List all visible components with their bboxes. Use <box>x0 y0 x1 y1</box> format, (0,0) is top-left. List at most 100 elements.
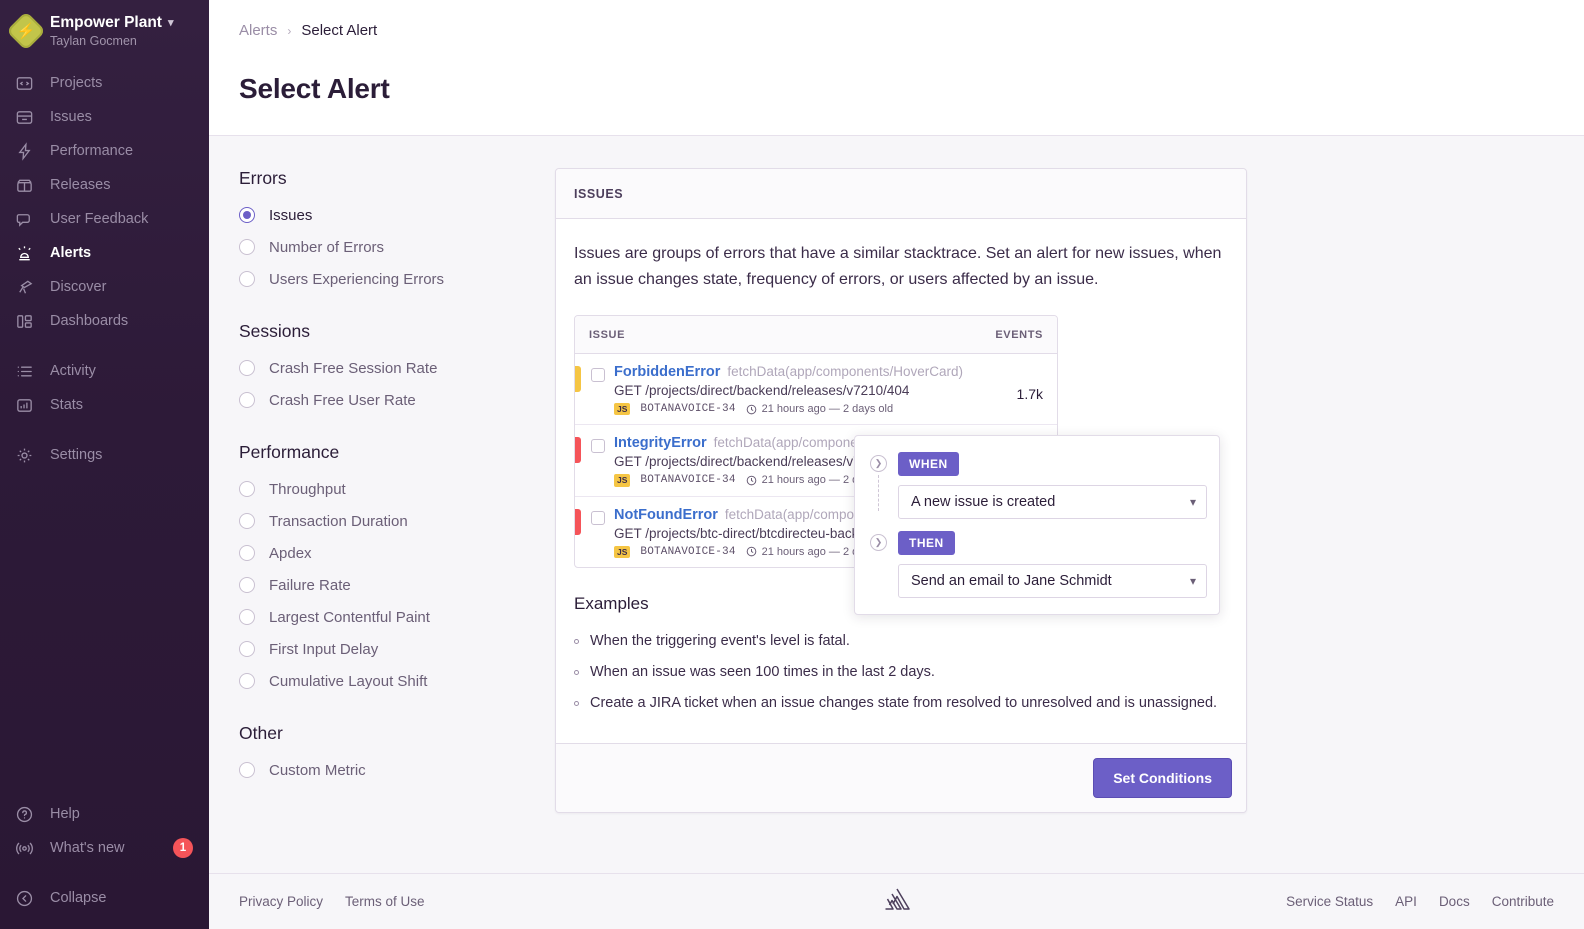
then-block: ❯ THEN Send an email to Jane Schmidt ▾ <box>869 531 1207 598</box>
breadcrumb-alerts[interactable]: Alerts <box>239 22 277 39</box>
sidebar-org-text: Empower Plant ▾ Taylan Gocmen <box>50 14 174 48</box>
timestamp-text: 21 hours ago — 2 days old <box>762 403 893 415</box>
footer-link-contribute[interactable]: Contribute <box>1492 894 1554 909</box>
example-text: Create a JIRA ticket when an issue chang… <box>590 693 1217 714</box>
clock-icon <box>746 404 757 415</box>
radio-indicator <box>239 609 255 625</box>
sidebar-item-help[interactable]: Help <box>0 797 209 831</box>
radio-option-issues[interactable]: Issues <box>239 199 543 231</box>
option-group-title: Sessions <box>239 321 543 342</box>
clock-icon <box>746 546 757 557</box>
sentry-logo-icon: ⚡ <box>6 11 46 51</box>
then-action-select[interactable]: Send an email to Jane Schmidt ▾ <box>898 564 1207 598</box>
breadcrumb-separator-icon: › <box>287 24 291 38</box>
sidebar-item-collapse[interactable]: Collapse <box>0 881 209 915</box>
radio-option-largest-contentful-paint[interactable]: Largest Contentful Paint <box>239 601 543 633</box>
sidebar-item-settings[interactable]: Settings <box>0 438 209 472</box>
sidebar-item-performance[interactable]: Performance <box>0 134 209 168</box>
footer-left-links: Privacy Policy Terms of Use <box>239 894 425 909</box>
sidebar: ⚡ Empower Plant ▾ Taylan Gocmen Projects… <box>0 0 209 929</box>
radio-label: Transaction Duration <box>269 513 408 530</box>
radio-option-first-input-delay[interactable]: First Input Delay <box>239 633 543 665</box>
sidebar-item-user-feedback[interactable]: User Feedback <box>0 202 209 236</box>
gear-icon <box>14 445 35 466</box>
sidebar-item-activity[interactable]: Activity <box>0 354 209 388</box>
sidebar-label: Issues <box>50 109 92 125</box>
chevron-right-circle-icon[interactable]: ❯ <box>870 455 887 472</box>
radio-option-crash-free-user-rate[interactable]: Crash Free User Rate <box>239 384 543 416</box>
option-group-title: Errors <box>239 168 543 189</box>
set-conditions-button[interactable]: Set Conditions <box>1093 758 1232 798</box>
bullet-icon <box>574 701 579 706</box>
chevron-down-icon: ▾ <box>1190 495 1196 509</box>
radio-indicator <box>239 207 255 223</box>
radio-option-custom-metric[interactable]: Custom Metric <box>239 754 543 786</box>
sidebar-item-dashboards[interactable]: Dashboards <box>0 304 209 338</box>
radio-label: Crash Free User Rate <box>269 392 416 409</box>
sidebar-item-releases[interactable]: Releases <box>0 168 209 202</box>
sidebar-item-issues[interactable]: Issues <box>0 100 209 134</box>
sidebar-item-projects[interactable]: Projects <box>0 66 209 100</box>
option-group-sessions: Sessions Crash Free Session Rate Crash F… <box>239 321 543 416</box>
row-checkbox[interactable] <box>591 511 605 525</box>
example-text: When the triggering event's level is fat… <box>590 631 850 652</box>
option-group-title: Performance <box>239 442 543 463</box>
platform-badge: JS <box>614 546 630 558</box>
radio-indicator <box>239 762 255 778</box>
radio-option-users-experiencing-errors[interactable]: Users Experiencing Errors <box>239 263 543 295</box>
radio-option-transaction-duration[interactable]: Transaction Duration <box>239 505 543 537</box>
radio-label: First Input Delay <box>269 641 378 658</box>
radio-label: Number of Errors <box>269 239 384 256</box>
platform-badge: JS <box>614 474 630 486</box>
issue-culprit: fetchData(app/components/HoverCard) <box>727 364 963 379</box>
radio-option-failure-rate[interactable]: Failure Rate <box>239 569 543 601</box>
row-checkbox[interactable] <box>591 368 605 382</box>
when-condition-value: A new issue is created <box>911 494 1055 510</box>
then-column: THEN Send an email to Jane Schmidt ▾ <box>898 531 1207 598</box>
footer-link-service-status[interactable]: Service Status <box>1286 894 1373 909</box>
radio-indicator <box>239 577 255 593</box>
list-icon <box>14 361 35 382</box>
row-content: ForbiddenError fetchData(app/components/… <box>614 364 985 415</box>
sidebar-item-alerts[interactable]: Alerts <box>0 236 209 270</box>
table-row[interactable]: ForbiddenError fetchData(app/components/… <box>575 354 1057 425</box>
preview-table-header: ISSUE EVENTS <box>575 316 1057 354</box>
footer-link-api[interactable]: API <box>1395 894 1417 909</box>
sidebar-label: User Feedback <box>50 211 148 227</box>
radio-option-number-of-errors[interactable]: Number of Errors <box>239 231 543 263</box>
sidebar-org-header[interactable]: ⚡ Empower Plant ▾ Taylan Gocmen <box>0 0 209 58</box>
chevron-right-circle-icon[interactable]: ❯ <box>870 534 887 551</box>
page-title: Select Alert <box>239 73 1554 105</box>
when-gutter: ❯ <box>869 452 888 511</box>
sidebar-item-whats-new[interactable]: What's new 1 <box>0 831 209 865</box>
radio-option-throughput[interactable]: Throughput <box>239 473 543 505</box>
radio-option-crash-free-session-rate[interactable]: Crash Free Session Rate <box>239 352 543 384</box>
radio-option-apdex[interactable]: Apdex <box>239 537 543 569</box>
card-description: Issues are groups of errors that have a … <box>574 241 1228 293</box>
issue-type[interactable]: IntegrityError <box>614 435 707 451</box>
sidebar-item-stats[interactable]: Stats <box>0 388 209 422</box>
option-group-errors: Errors Issues Number of Errors Users Exp… <box>239 168 543 295</box>
issue-type[interactable]: ForbiddenError <box>614 364 720 380</box>
project-short-id: BOTANAVOICE-34 <box>640 403 735 415</box>
radio-option-cumulative-layout-shift[interactable]: Cumulative Layout Shift <box>239 665 543 697</box>
radio-indicator <box>239 271 255 287</box>
sidebar-label: Projects <box>50 75 102 91</box>
then-gutter: ❯ <box>869 531 888 551</box>
row-checkbox[interactable] <box>591 439 605 453</box>
footer-link-privacy-policy[interactable]: Privacy Policy <box>239 894 323 909</box>
when-tag: WHEN <box>898 452 959 476</box>
sidebar-user-name: Taylan Gocmen <box>50 34 174 48</box>
issue-url: GET /projects/direct/backend/releases/v7… <box>614 383 985 398</box>
example-text: When an issue was seen 100 times in the … <box>590 662 935 683</box>
issue-type[interactable]: NotFoundError <box>614 507 718 523</box>
sidebar-item-discover[interactable]: Discover <box>0 270 209 304</box>
bar-chart-icon <box>14 395 35 416</box>
when-condition-select[interactable]: A new issue is created ▾ <box>898 485 1207 519</box>
chevron-down-icon[interactable]: ▾ <box>168 17 174 30</box>
footer-link-docs[interactable]: Docs <box>1439 894 1470 909</box>
sidebar-label: Alerts <box>50 245 91 261</box>
radio-label: Failure Rate <box>269 577 351 594</box>
chevron-left-circle-icon <box>14 888 35 909</box>
footer-link-terms-of-use[interactable]: Terms of Use <box>345 894 425 909</box>
